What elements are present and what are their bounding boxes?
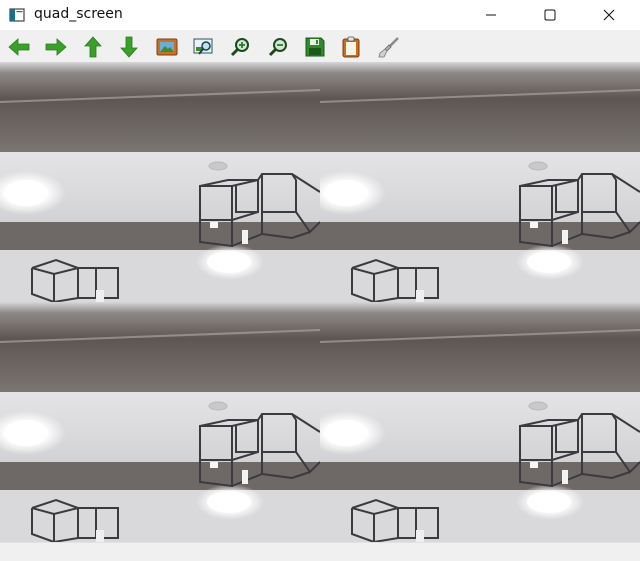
toolbar <box>0 30 640 62</box>
camera-frame-image <box>320 302 640 542</box>
maximize-icon <box>544 9 556 21</box>
quadrant-bottom-right <box>320 302 640 542</box>
app-window-icon <box>9 8 25 22</box>
clipboard-icon <box>342 36 360 58</box>
camera-frame-image <box>320 62 640 302</box>
minimize-button[interactable] <box>468 0 514 30</box>
zoom-image-button[interactable] <box>155 35 179 59</box>
camera-frame-image <box>0 302 320 542</box>
zoom-in-button[interactable] <box>228 35 252 59</box>
properties-button[interactable] <box>377 35 401 59</box>
brush-icon <box>378 37 399 58</box>
title-bar: quad_screen <box>0 0 640 30</box>
maximize-button[interactable] <box>527 0 573 30</box>
pan-up-button[interactable] <box>81 35 105 59</box>
zoom-out-icon <box>268 38 287 57</box>
zoom-region-icon <box>193 38 213 55</box>
camera-frame-image <box>0 62 320 302</box>
save-icon <box>305 37 325 57</box>
close-button[interactable] <box>586 0 632 30</box>
status-bar <box>0 542 640 561</box>
pan-left-button[interactable] <box>7 35 31 59</box>
copy-button[interactable] <box>339 35 363 59</box>
pan-right-button[interactable] <box>44 35 68 59</box>
zoom-region-button[interactable] <box>192 35 216 59</box>
arrow-right-icon <box>45 38 67 56</box>
image-icon <box>156 38 178 56</box>
window-title: quad_screen <box>34 6 123 22</box>
arrow-up-icon <box>84 36 102 58</box>
close-icon <box>603 9 615 21</box>
minimize-icon <box>486 14 496 16</box>
zoom-out-button[interactable] <box>266 35 290 59</box>
quadrant-bottom-left <box>0 302 320 542</box>
arrow-down-icon <box>120 36 138 58</box>
save-button[interactable] <box>303 35 327 59</box>
zoom-in-icon <box>230 38 249 57</box>
pan-down-button[interactable] <box>117 35 141 59</box>
arrow-left-icon <box>8 38 30 56</box>
quadrant-top-right <box>320 62 640 302</box>
image-canvas[interactable] <box>0 62 640 542</box>
quadrant-top-left <box>0 62 320 302</box>
